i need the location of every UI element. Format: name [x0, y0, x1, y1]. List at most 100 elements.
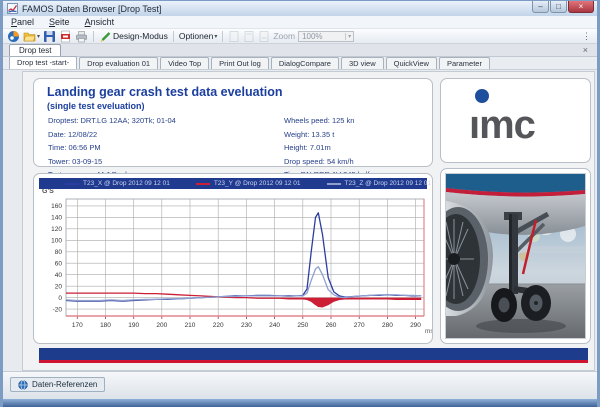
chart-legend: T23_X @ Drop 2012 09 12 01 T23_Y @ Drop 2…	[39, 178, 427, 189]
y-tick-label: 80	[55, 249, 63, 256]
window-title: FAMOS Daten Browser [Drop Test]	[22, 4, 161, 14]
subtab-parameter[interactable]: Parameter	[439, 57, 490, 69]
page-subtitle: (single test eveluation)	[47, 101, 145, 111]
menu-ansicht[interactable]: Ansicht	[85, 17, 115, 27]
y-tick-label: 0	[58, 295, 62, 302]
maximize-button[interactable]: □	[550, 1, 567, 13]
imc-logo-text: ımc	[469, 105, 535, 145]
legend-swatch-icon	[327, 183, 341, 185]
x-tick-label: 180	[100, 322, 111, 329]
optionen-dropdown-arrow: ▾	[214, 33, 217, 40]
landing-gear-photo	[445, 173, 586, 339]
menu-bar: Panel Seite Ansicht	[3, 16, 597, 29]
x-tick-label: 170	[72, 322, 83, 329]
legend-swatch-icon	[65, 183, 79, 185]
page-icon	[258, 30, 270, 43]
imc-logo: ımc	[469, 89, 535, 145]
y-tick-label: 120	[51, 226, 62, 233]
crash-test-chart[interactable]: -200204060801001201401601701801902002102…	[34, 174, 432, 343]
page-tab-bar: Drop test -start- Drop evaluation 01 Vid…	[3, 57, 597, 70]
stripe-red-line	[39, 360, 588, 363]
detail-wheels-speed: Wheels peed: 125 kn	[284, 116, 369, 125]
test-info-box: Landing gear crash test data eveluation …	[33, 78, 433, 167]
y-tick-label: 140	[51, 215, 62, 222]
x-tick-label: 220	[213, 322, 224, 329]
toolbar: ▾	[3, 29, 597, 44]
zoom-value: 100%	[302, 32, 322, 41]
daten-referenzen-label: Daten-Referenzen	[32, 380, 97, 389]
printer-icon	[75, 30, 88, 43]
menu-seite[interactable]: Seite	[49, 17, 70, 27]
export-pdf-button[interactable]	[59, 30, 72, 43]
y-tick-label: -20	[53, 306, 63, 313]
legend-item[interactable]: T23_Y @ Drop 2012 09 12 01	[196, 180, 301, 187]
x-tick-label: 250	[297, 322, 308, 329]
x-tick-label: 200	[156, 322, 167, 329]
legend-item[interactable]: T23_Z @ Drop 2012 09 12 01	[327, 180, 431, 187]
detail-tower: Tower: 03-09-15	[48, 157, 176, 166]
minimize-button[interactable]: –	[532, 1, 549, 13]
daten-referenzen-button[interactable]: Daten-Referenzen	[10, 377, 105, 392]
window-bottom-border	[3, 399, 597, 407]
design-modus-label: Design-Modus	[113, 31, 168, 41]
x-tick-label: 260	[326, 322, 337, 329]
zoom-combobox[interactable]: 100% ▾	[298, 31, 354, 42]
chart-box: -200204060801001201401601701801902002102…	[33, 173, 433, 344]
imc-logo-box: ımc	[440, 78, 591, 163]
toolbar-separator	[222, 31, 223, 42]
legend-swatch-icon	[196, 183, 210, 185]
x-tick-label: 210	[185, 322, 196, 329]
detail-date: Date: 12/08/22	[48, 130, 176, 139]
subtab-3d-view[interactable]: 3D view	[341, 57, 384, 69]
legend-series-label: T23_Z @ Drop 2012 09 12 01	[345, 180, 431, 187]
subtab-dialogcompare[interactable]: DialogCompare	[271, 57, 339, 69]
zoom-label: Zoom	[273, 31, 295, 41]
menu-panel[interactable]: Panel	[11, 17, 34, 27]
test-details-left: Droptest: DRT.LG 12AA; 320Tk; 01-04 Date…	[48, 116, 176, 179]
page-first-button[interactable]	[228, 30, 240, 43]
subtab-drop-evaluation-01[interactable]: Drop evaluation 01	[79, 57, 158, 69]
toolbar-separator	[173, 31, 174, 42]
app-icon	[7, 3, 18, 14]
y-tick-label: 100	[51, 238, 62, 245]
y-axis-unit-label: G'S	[42, 188, 54, 195]
x-axis-unit-label: ms	[425, 328, 432, 335]
page-next-button[interactable]	[258, 30, 270, 43]
save-button[interactable]	[43, 30, 56, 43]
legend-series-label: T23_X @ Drop 2012 09 12 01	[83, 180, 170, 187]
decorative-stripe-bar	[39, 348, 588, 363]
save-icon	[43, 30, 56, 43]
legend-item[interactable]: T23_X @ Drop 2012 09 12 01	[65, 180, 170, 187]
subtab-drop-test-start[interactable]: Drop test -start-	[9, 56, 77, 69]
tab-drop-test[interactable]: Drop test	[9, 44, 61, 56]
subtab-print-out-log[interactable]: Print Out log	[211, 57, 269, 69]
detail-droptest: Droptest: DRT.LG 12AA; 320Tk; 01-04	[48, 116, 176, 125]
zoom-dropdown-arrow[interactable]: ▾	[345, 33, 353, 40]
print-button[interactable]	[75, 30, 88, 43]
open-button[interactable]: ▾	[23, 30, 40, 43]
page-prev-button[interactable]	[243, 30, 255, 43]
toolbar-separator	[93, 31, 94, 42]
subtab-quickview[interactable]: QuickView	[386, 57, 437, 69]
famos-window: FAMOS Daten Browser [Drop Test] – □ × Pa…	[0, 0, 600, 407]
pdf-export-icon	[59, 30, 72, 43]
famos-home-button[interactable]	[7, 30, 20, 43]
optionen-label: Optionen	[179, 31, 214, 41]
pencil-icon	[99, 30, 112, 43]
detail-height: Height: 7.01m	[284, 143, 369, 152]
toolbar-overflow-icon[interactable]: ⋮	[582, 31, 593, 42]
title-bar[interactable]: FAMOS Daten Browser [Drop Test] – □ ×	[3, 1, 597, 16]
optionen-button[interactable]: Optionen ▾	[179, 31, 218, 41]
page-icon	[243, 30, 255, 43]
x-tick-label: 190	[128, 322, 139, 329]
design-modus-button[interactable]: Design-Modus	[99, 30, 168, 43]
y-tick-label: 60	[55, 260, 63, 267]
data-references-icon	[18, 380, 28, 390]
close-button[interactable]: ×	[568, 1, 594, 13]
page-title: Landing gear crash test data eveluation	[47, 85, 282, 99]
page-icon	[228, 30, 240, 43]
subtab-video-top[interactable]: Video Top	[160, 57, 209, 69]
legend-series-label: T23_Y @ Drop 2012 09 12 01	[214, 180, 301, 187]
tab-close-icon[interactable]: ×	[583, 45, 588, 56]
open-dropdown-arrow[interactable]: ▾	[37, 33, 40, 40]
